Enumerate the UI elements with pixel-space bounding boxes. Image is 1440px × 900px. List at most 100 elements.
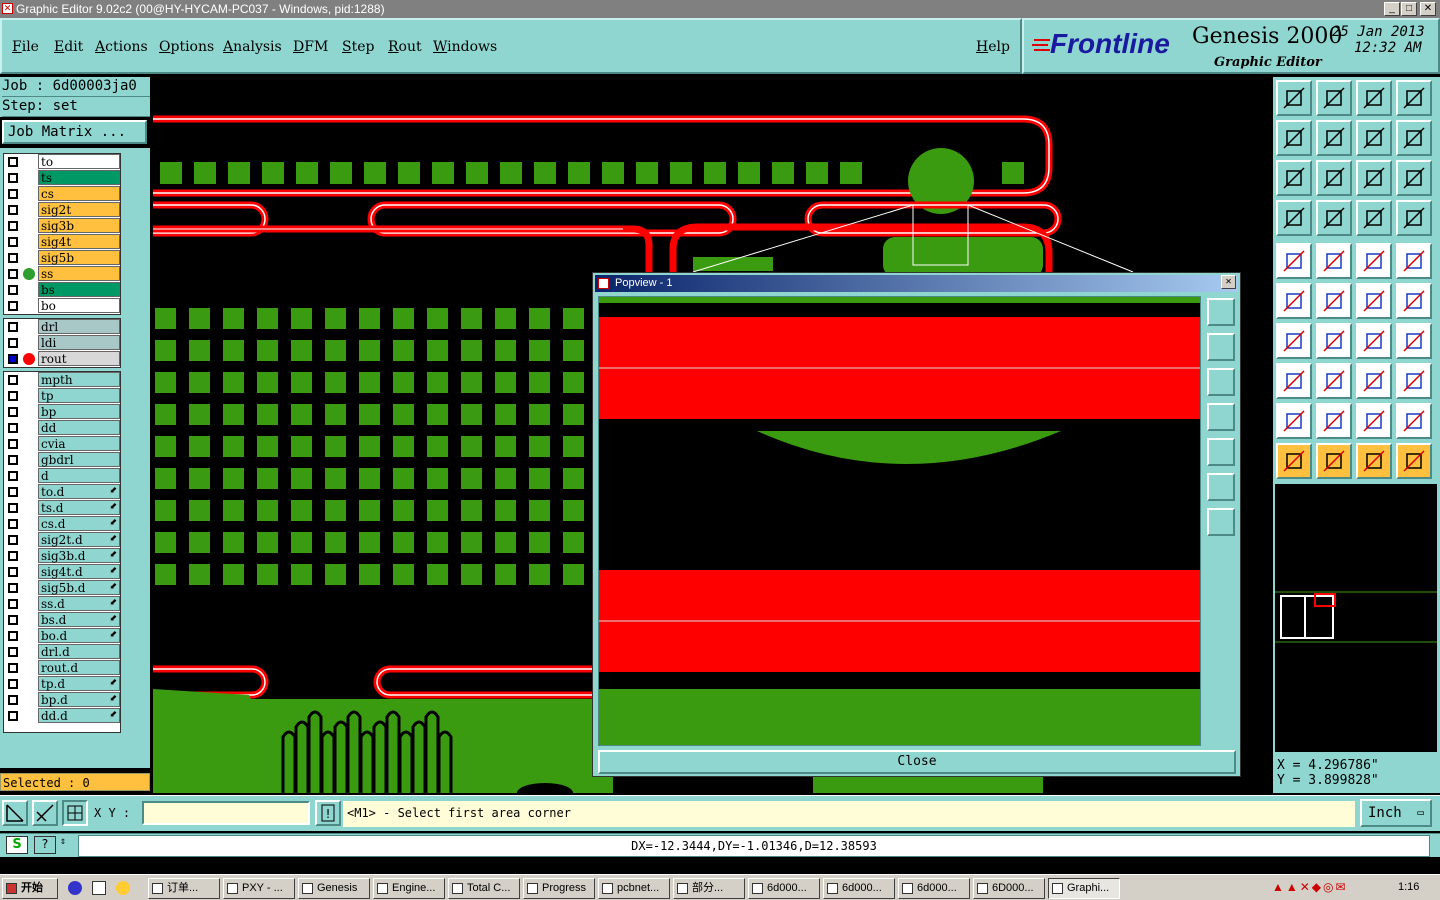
layer-checkbox[interactable] [8,157,18,167]
layer-row[interactable]: bp.d ⬋ [4,692,120,708]
help-icon[interactable]: ? [34,836,56,854]
layer-row[interactable]: sig4t.d ⬋ [4,564,120,580]
layer-checkbox[interactable] [8,599,18,609]
layer-checkbox[interactable] [8,471,18,481]
popview-up-icon[interactable] [1207,333,1235,361]
layer-name[interactable]: sig5b.d [38,580,120,595]
layer-name[interactable]: cs.d [38,516,120,531]
units-selector[interactable]: Inch ▭ [1360,799,1432,827]
menu-actions[interactable]: Actions [95,39,148,55]
layer-checkbox[interactable] [8,695,18,705]
layer-checkbox[interactable] [8,189,18,199]
layer-row[interactable]: ts.d ⬋ [4,500,120,516]
popview-close-button[interactable]: Close [598,750,1236,774]
menu-windows[interactable]: Windows [433,39,497,55]
layer-name[interactable]: sig4t [38,234,120,249]
start-button[interactable]: 开始 [2,878,58,899]
layer-name[interactable]: d [38,468,120,483]
feature-icon[interactable] [1276,363,1312,399]
layer-checkbox[interactable] [8,253,18,263]
layer-checkbox[interactable] [8,551,18,561]
polygon-icon[interactable] [1396,363,1432,399]
layer-checkbox[interactable] [8,338,18,348]
minus-icon[interactable] [1316,363,1352,399]
layer-name[interactable]: rout [38,351,120,366]
ruler-icon[interactable] [1356,243,1392,279]
a-outline-icon[interactable] [1356,403,1392,439]
menu-step[interactable]: Step [342,39,374,55]
popview-zoom-icon[interactable] [1207,298,1235,326]
layer-name[interactable]: cvia [38,436,120,451]
layer-row[interactable]: drl [4,319,120,335]
circle-icon[interactable] [1396,243,1432,279]
layer-up-icon[interactable] [1356,200,1392,236]
snap-icon[interactable] [2,800,28,826]
layer-row[interactable]: dd [4,420,120,436]
layer-row[interactable]: ss [4,266,120,282]
layer-row[interactable]: bp [4,404,120,420]
layer-name[interactable]: rout.d [38,660,120,675]
a-icon[interactable] [1316,403,1352,439]
pan-icon[interactable] [1356,120,1392,156]
add-arc-icon[interactable] [1396,283,1432,319]
layer-name[interactable]: gbdrl [38,452,120,467]
layer-checkbox[interactable] [8,391,18,401]
media-icon[interactable] [116,881,130,895]
popview-fit-icon[interactable] [1207,473,1235,501]
taskbar-task[interactable]: Total C... [448,878,520,899]
layer-row[interactable]: bo.d ⬋ [4,628,120,644]
layer-checkbox[interactable] [8,583,18,593]
close-window-button[interactable]: ✕ [1420,2,1436,16]
layer-name[interactable]: drl.d [38,644,120,659]
angle-icon[interactable] [1276,323,1312,359]
menu-file[interactable]: File [12,39,39,55]
taskbar-task[interactable]: 订单... [148,878,220,899]
layer-name[interactable]: sig2t [38,202,120,217]
layer-checkbox[interactable] [8,647,18,657]
warning-icon[interactable]: ! [315,800,341,826]
scroll-icon[interactable]: ⇕ [60,836,66,847]
layer-name[interactable]: to [38,154,120,169]
layer-checkbox[interactable] [8,487,18,497]
layer-row[interactable]: dd.d ⬋ [4,708,120,724]
layer-name[interactable]: ss.d [38,596,120,611]
s-icon[interactable]: S [6,836,28,854]
layer-checkbox[interactable] [8,221,18,231]
probe-icon[interactable] [1316,200,1352,236]
layer-row[interactable]: mpth [4,372,120,388]
xy-input[interactable] [142,801,310,825]
home-icon[interactable] [1356,80,1392,116]
pointer-box-icon[interactable] [1316,443,1352,479]
layer-checkbox[interactable] [8,269,18,279]
layer-name[interactable]: sig3b.d [38,548,120,563]
layer-row[interactable]: cvia [4,436,120,452]
layer-row[interactable]: sig3b [4,218,120,234]
a-dim-icon[interactable] [1396,403,1432,439]
taskbar-task[interactable]: 6d000... [823,878,895,899]
layer-checkbox[interactable] [8,237,18,247]
layer-checkbox[interactable] [8,663,18,673]
layer-row[interactable]: to.d ⬋ [4,484,120,500]
layer-name[interactable]: ss [38,266,120,281]
layer-name[interactable]: tp.d [38,676,120,691]
query-icon[interactable] [1396,160,1432,196]
layer-row[interactable]: d [4,468,120,484]
layer-row[interactable]: sig4t [4,234,120,250]
layer-row[interactable]: rout [4,351,120,367]
layer-checkbox[interactable] [8,173,18,183]
taskbar-task[interactable]: 部分... [673,878,745,899]
taskbar-task[interactable]: pcbnet... [598,878,670,899]
layer-checkbox[interactable] [8,711,18,721]
pointer-icon[interactable] [1276,443,1312,479]
layer-name[interactable]: bo.d [38,628,120,643]
job-matrix-button[interactable]: Job Matrix ... [2,120,147,144]
taskbar-task[interactable]: Genesis [298,878,370,899]
layer-row[interactable]: gbdrl [4,452,120,468]
menu-analysis[interactable]: Analysis [223,39,282,55]
menu-options[interactable]: Options [159,39,214,55]
layer-row[interactable]: ts [4,170,120,186]
layer-name[interactable]: tp [38,388,120,403]
layer-checkbox[interactable] [8,631,18,641]
popview-center-icon[interactable] [1207,508,1235,536]
menu-dfm[interactable]: DFM [293,39,328,55]
